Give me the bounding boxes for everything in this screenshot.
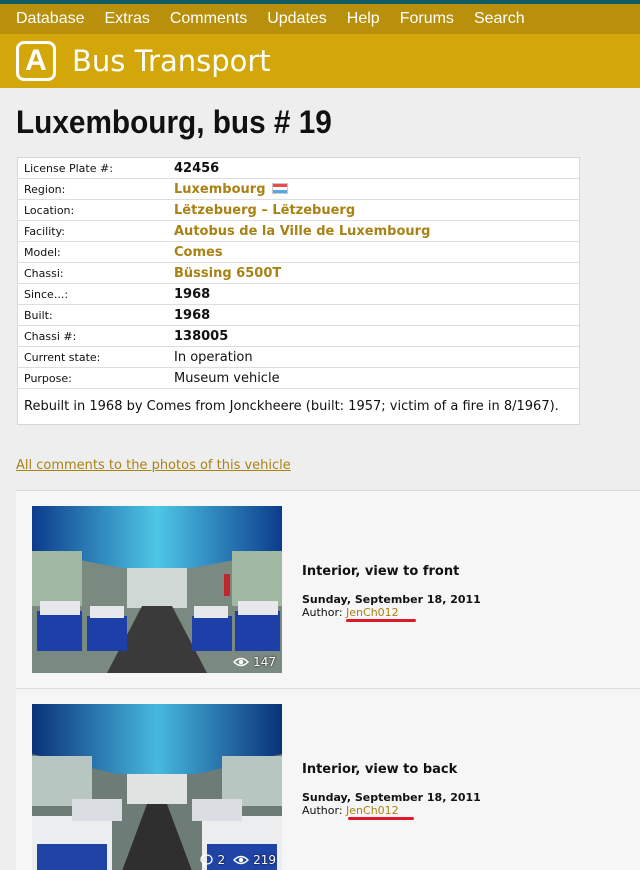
views-count: 219 bbox=[253, 853, 276, 867]
eye-icon bbox=[233, 855, 250, 865]
info-row-location: Location: Lëtzebuerg – Lëtzebuerg bbox=[18, 200, 579, 221]
info-value: In operation bbox=[174, 349, 253, 365]
author-label: Author: bbox=[302, 606, 343, 619]
photo-author-line: Author: JenCh012 bbox=[302, 804, 399, 817]
info-row-since: Since...: 1968 bbox=[18, 284, 579, 305]
comments-count: 2 bbox=[217, 853, 226, 867]
info-row-chassi: Chassi: Büssing 6500T bbox=[18, 263, 579, 284]
info-row-region: Region: Luxembourg bbox=[18, 179, 579, 200]
info-row-purpose: Purpose: Museum vehicle bbox=[18, 368, 579, 389]
nav-extras[interactable]: Extras bbox=[95, 4, 160, 34]
info-label: Location: bbox=[24, 203, 75, 217]
photo-title[interactable]: Interior, view to back bbox=[302, 762, 457, 777]
highlight-underline bbox=[348, 817, 414, 820]
all-comments-link[interactable]: All comments to the photos of this vehic… bbox=[16, 458, 291, 473]
info-label: License Plate #: bbox=[24, 161, 113, 175]
location-link[interactable]: Lëtzebuerg – Lëtzebuerg bbox=[174, 203, 355, 218]
nav-forums[interactable]: Forums bbox=[390, 4, 464, 34]
info-row-built: Built: 1968 bbox=[18, 305, 579, 326]
info-value: 42456 bbox=[174, 160, 220, 176]
info-label: Purpose: bbox=[24, 371, 72, 385]
info-label: Chassi #: bbox=[24, 329, 77, 343]
region-link-text[interactable]: Luxembourg bbox=[174, 182, 266, 197]
site-title[interactable]: Bus Transport bbox=[72, 44, 271, 78]
photo-card: 2 219 Interior, view to back Sunday, Sep… bbox=[16, 689, 640, 870]
info-row-facility: Facility: Autobus de la Ville de Luxembo… bbox=[18, 221, 579, 242]
info-label: Region: bbox=[24, 182, 66, 196]
photo-list: 147 Interior, view to front Sunday, Sept… bbox=[16, 490, 640, 870]
author-link[interactable]: JenCh012 bbox=[346, 606, 399, 619]
nav-search[interactable]: Search bbox=[464, 4, 535, 34]
info-row-current-state: Current state: In operation bbox=[18, 347, 579, 368]
info-label: Model: bbox=[24, 245, 61, 259]
photo-date: Sunday, September 18, 2011 bbox=[302, 593, 481, 606]
info-value: 138005 bbox=[174, 328, 229, 344]
info-value: 1968 bbox=[174, 286, 211, 302]
highlight-underline bbox=[346, 619, 416, 622]
site-logo-icon[interactable]: A bbox=[16, 41, 56, 81]
info-row-chassi-number: Chassi #: 138005 bbox=[18, 326, 579, 347]
model-link[interactable]: Comes bbox=[174, 245, 223, 260]
author-label: Author: bbox=[302, 804, 343, 817]
views-count: 147 bbox=[253, 655, 276, 669]
nav-updates[interactable]: Updates bbox=[257, 4, 337, 34]
info-row-license-plate: License Plate #: 42456 bbox=[18, 158, 579, 179]
luxembourg-flag-icon bbox=[271, 182, 288, 194]
info-value: 1968 bbox=[174, 307, 211, 323]
info-label: Current state: bbox=[24, 350, 101, 364]
bus-interior-image bbox=[32, 704, 282, 870]
vehicle-note: Rebuilt in 1968 by Comes from Jonckheere… bbox=[24, 399, 559, 414]
eye-icon bbox=[233, 657, 250, 667]
page-title: Luxembourg, bus # 19 bbox=[16, 104, 332, 140]
photo-author-line: Author: JenCh012 bbox=[302, 606, 399, 619]
photo-thumbnail[interactable]: 147 bbox=[32, 506, 282, 673]
info-label: Since...: bbox=[24, 287, 69, 301]
chassi-link[interactable]: Büssing 6500T bbox=[174, 266, 281, 281]
speech-bubble-icon bbox=[200, 854, 214, 866]
photo-stats: 147 bbox=[233, 655, 276, 669]
photo-thumbnail[interactable]: 2 219 bbox=[32, 704, 282, 870]
site-header: A Bus Transport bbox=[0, 34, 640, 88]
info-value: Museum vehicle bbox=[174, 370, 280, 386]
info-label: Built: bbox=[24, 308, 53, 322]
top-navigation: Database Extras Comments Updates Help Fo… bbox=[0, 4, 640, 34]
photo-date: Sunday, September 18, 2011 bbox=[302, 791, 481, 804]
bus-interior-image bbox=[32, 506, 282, 673]
photo-title[interactable]: Interior, view to front bbox=[302, 564, 459, 579]
facility-link[interactable]: Autobus de la Ville de Luxembourg bbox=[174, 224, 430, 239]
photo-stats: 2 219 bbox=[200, 853, 276, 867]
author-link[interactable]: JenCh012 bbox=[346, 804, 399, 817]
vehicle-info-table: License Plate #: 42456 Region: Luxembour… bbox=[17, 157, 580, 425]
info-label: Facility: bbox=[24, 224, 66, 238]
nav-database[interactable]: Database bbox=[6, 4, 95, 34]
photo-card: 147 Interior, view to front Sunday, Sept… bbox=[16, 491, 640, 689]
logo-letter: A bbox=[25, 44, 47, 77]
nav-comments[interactable]: Comments bbox=[160, 4, 257, 34]
info-label: Chassi: bbox=[24, 266, 64, 280]
nav-help[interactable]: Help bbox=[337, 4, 390, 34]
info-row-model: Model: Comes bbox=[18, 242, 579, 263]
region-link[interactable]: Luxembourg bbox=[174, 182, 288, 197]
